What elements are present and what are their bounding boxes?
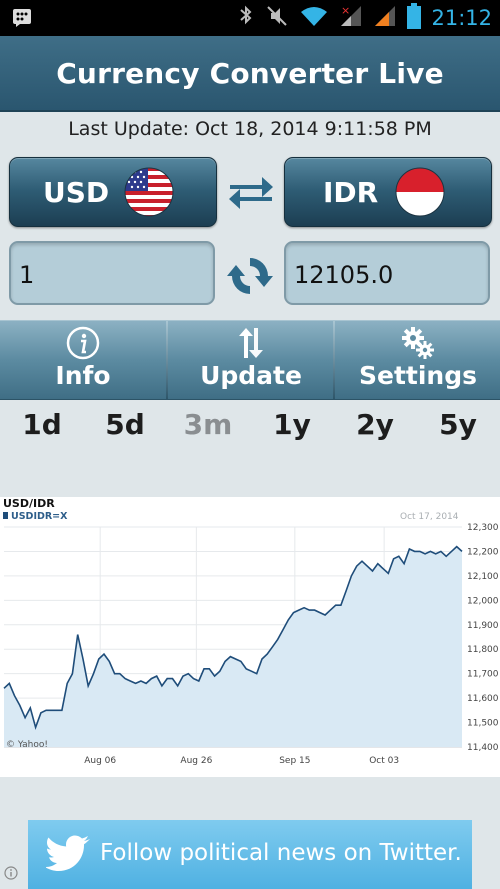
range-3m[interactable]: 3m [173,408,243,441]
chart-legend: USDIDR=X [11,511,68,522]
x-tick-label: Sep 15 [279,756,310,766]
y-tick-label: 11,700 [467,670,499,680]
chart-area-fill [4,546,462,747]
bluetooth-icon [237,4,255,32]
info-label: Info [55,361,111,390]
bbm-icon [12,8,32,32]
chart-title: USD/IDR [3,497,55,510]
app-header: Currency Converter Live [0,36,500,112]
y-tick-label: 11,600 [467,694,499,704]
range-5y[interactable]: 5y [423,408,493,441]
update-arrows-icon [239,328,263,358]
range-2y[interactable]: 2y [340,408,410,441]
from-currency-code: USD [43,176,110,209]
signal-icon: × [339,4,363,32]
amount-to-value: 12105.0 [294,261,394,289]
from-currency-button[interactable]: USD [9,157,217,227]
update-label: Update [200,361,302,390]
battery-icon [407,3,422,33]
exchange-rate-chart: USD/IDR USDIDR=X Oct 17, 2014 12,300 12,2… [0,497,500,777]
y-tick-label: 11,500 [467,719,499,729]
y-tick-label: 11,400 [467,743,499,753]
y-tick-label: 12,200 [467,547,499,557]
last-update-text: Last Update: Oct 18, 2014 9:11:58 PM [68,118,432,140]
y-tick-label: 11,900 [467,621,499,631]
range-1d[interactable]: 1d [7,408,77,441]
info-button[interactable]: Info [0,321,166,399]
range-1y[interactable]: 1y [257,408,327,441]
y-tick-label: 11,800 [467,645,499,655]
range-5d[interactable]: 5d [90,408,160,441]
swap-currencies-icon[interactable] [226,172,276,212]
twitter-bird-icon [46,835,90,871]
status-bar: × 21:12 [0,0,500,36]
x-tick-label: Aug 06 [84,756,116,766]
ad-info-icon[interactable] [4,866,18,880]
chart-credit: © Yahoo! [6,740,48,750]
update-button[interactable]: Update [168,321,334,399]
ad-banner[interactable]: Follow political news on Twitter. [28,820,472,889]
amount-from-field[interactable]: 1 [9,241,215,305]
svg-text:×: × [341,4,350,17]
gears-icon [402,327,434,359]
ad-text: Follow political news on Twitter. [100,840,462,866]
action-toolbar: Info Update Settings [0,320,500,400]
chart-svg: USD/IDR USDIDR=X Oct 17, 2014 12,300 12,2… [3,497,499,766]
signal-icon [373,4,397,32]
time-range-selector: 1d 5d 3m 1y 2y 5y [0,408,500,452]
x-tick-label: Aug 26 [180,756,212,766]
amount-to-field[interactable]: 12105.0 [284,241,490,305]
chart-date-label: Oct 17, 2014 [400,512,459,522]
amount-from-value: 1 [19,261,35,289]
info-icon [66,326,100,360]
indonesia-flag-icon [395,167,445,217]
legend-swatch [3,512,8,519]
us-flag-icon [124,167,174,217]
x-tick-label: Oct 03 [369,756,399,766]
app-title: Currency Converter Live [56,56,444,90]
to-currency-code: IDR [323,176,379,209]
clock: 21:12 [431,6,492,30]
y-tick-label: 12,300 [467,523,499,533]
refresh-icon[interactable] [224,250,276,302]
to-currency-button[interactable]: IDR [284,157,492,227]
mute-icon [265,4,289,32]
wifi-icon [299,4,329,32]
settings-label: Settings [358,361,477,390]
y-tick-label: 12,000 [467,596,499,606]
settings-button[interactable]: Settings [335,321,500,399]
y-tick-label: 12,100 [467,572,499,582]
